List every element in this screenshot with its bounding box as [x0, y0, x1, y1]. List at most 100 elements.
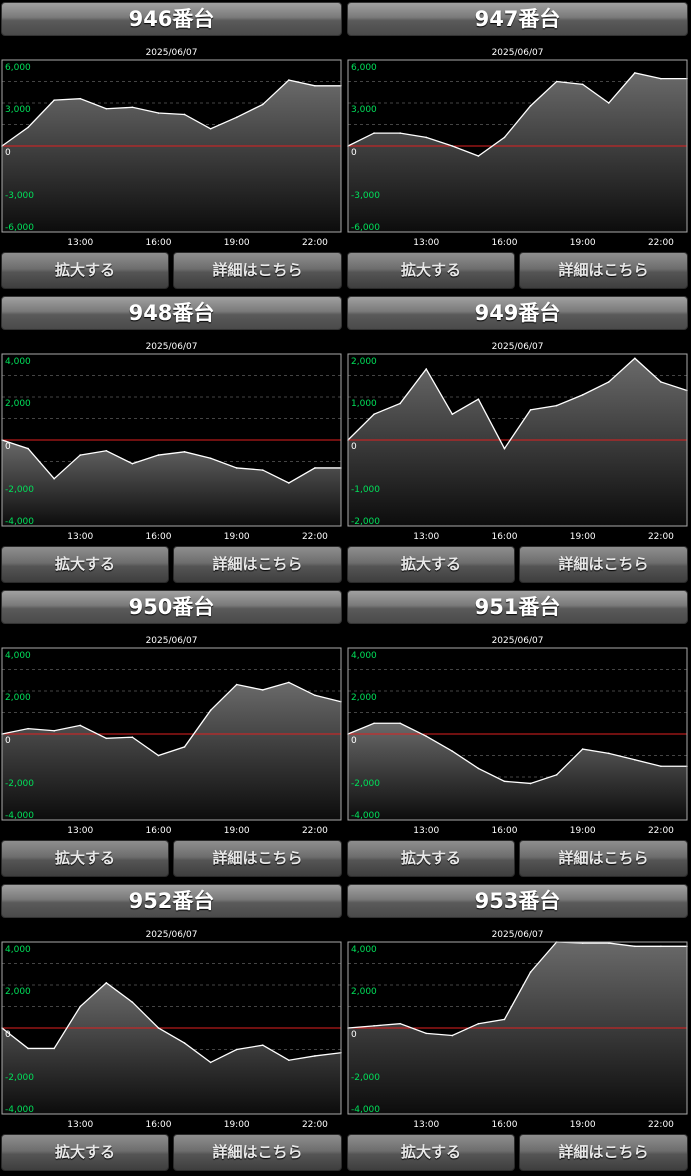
y-tick-label: -2,000 [351, 779, 380, 789]
machine-title: 953番台 [347, 884, 688, 918]
data-point [209, 1061, 212, 1064]
y-tick-label: -4,000 [351, 1105, 380, 1115]
data-point [607, 942, 610, 944]
data-point [399, 402, 401, 405]
y-tick-label: -2,000 [5, 485, 34, 495]
expand-button[interactable]: 拡大する [1, 546, 169, 583]
data-point [373, 132, 375, 134]
data-point [581, 83, 584, 86]
details-button[interactable]: 詳細はこちら [519, 546, 688, 583]
data-point [529, 971, 532, 973]
expand-button[interactable]: 拡大する [347, 1134, 515, 1171]
y-tick-label: -6,000 [5, 223, 34, 233]
data-point [27, 1047, 29, 1050]
expand-button[interactable]: 拡大する [1, 1134, 169, 1171]
x-tick-label: 13:00 [413, 238, 439, 248]
y-tick-label: 0 [5, 1030, 11, 1040]
expand-button[interactable]: 拡大する [1, 840, 169, 877]
data-point [288, 482, 290, 484]
details-button[interactable]: 詳細はこちら [519, 840, 688, 877]
y-tick-label: 0 [351, 148, 357, 158]
x-tick-label: 22:00 [648, 238, 674, 248]
y-tick-label: 0 [351, 1030, 357, 1040]
data-point [529, 105, 532, 107]
x-tick-label: 19:00 [570, 826, 596, 836]
data-point [660, 381, 662, 383]
machine-title: 952番台 [1, 884, 342, 918]
y-tick-label: 4,000 [5, 651, 31, 661]
machine-panel: 950番台 2025/06/07 4,000 2,000 0 -2,000 -4,000 1… [0, 588, 343, 881]
data-point [79, 724, 82, 727]
data-point [209, 457, 212, 460]
data-point [373, 722, 375, 725]
y-tick-label: 2,000 [5, 693, 31, 703]
details-button[interactable]: 詳細はこちら [173, 252, 342, 289]
y-tick-label: -4,000 [5, 811, 34, 821]
details-button[interactable]: 詳細はこちら [519, 1134, 688, 1171]
slump-chart: 2025/06/07 6,000 3,000 0 -3,000 -6,000 13:00 16… [347, 48, 688, 248]
details-button[interactable]: 詳細はこちら [173, 1134, 342, 1171]
y-tick-label: 4,000 [5, 357, 31, 367]
data-point [451, 413, 454, 415]
chart-date: 2025/06/07 [492, 636, 544, 646]
data-point [477, 155, 480, 157]
expand-button[interactable]: 拡大する [1, 252, 169, 289]
machine-panel: 952番台 2025/06/07 4,000 2,000 0 -2,000 -4,000 1… [0, 882, 343, 1175]
x-tick-label: 16:00 [491, 826, 517, 836]
slump-chart: 2025/06/07 2,000 1,000 0 -1,000 -2,000 13:00 16… [347, 342, 688, 542]
data-point [607, 381, 610, 383]
data-point [634, 945, 636, 948]
data-point [288, 681, 290, 684]
y-tick-label: 6,000 [5, 63, 31, 73]
data-point [157, 754, 160, 757]
x-tick-label: 22:00 [648, 532, 674, 542]
y-tick-label: 6,000 [351, 63, 377, 73]
data-point [131, 1001, 134, 1003]
data-point [131, 106, 134, 109]
data-point [261, 1044, 264, 1046]
x-tick-label: 13:00 [67, 238, 93, 248]
x-tick-label: 13:00 [67, 532, 93, 542]
x-tick-label: 19:00 [224, 532, 250, 542]
data-point [27, 126, 29, 129]
data-point [53, 1047, 55, 1050]
machine-title: 951番台 [347, 590, 688, 624]
y-tick-label: -4,000 [351, 811, 380, 821]
data-point [529, 782, 532, 785]
data-point [27, 727, 29, 730]
data-point [288, 79, 290, 81]
expand-button[interactable]: 拡大する [347, 252, 515, 289]
data-point [105, 107, 108, 110]
expand-button[interactable]: 拡大する [347, 546, 515, 583]
data-point [261, 689, 264, 691]
machine-title: 946番台 [1, 2, 342, 36]
chart-date: 2025/06/07 [492, 930, 544, 940]
chart-date: 2025/06/07 [492, 48, 544, 58]
data-point [314, 85, 316, 87]
y-tick-label: 3,000 [351, 105, 377, 115]
data-point [235, 1048, 238, 1051]
expand-button[interactable]: 拡大する [347, 840, 515, 877]
data-point [660, 77, 662, 80]
x-tick-label: 22:00 [648, 826, 674, 836]
y-tick-label: 2,000 [351, 987, 377, 997]
data-point [157, 1027, 160, 1029]
x-tick-label: 16:00 [145, 532, 171, 542]
data-point [660, 945, 662, 948]
details-button[interactable]: 詳細はこちら [173, 840, 342, 877]
x-tick-label: 22:00 [648, 1120, 674, 1130]
data-point [157, 112, 160, 114]
x-tick-label: 13:00 [67, 826, 93, 836]
details-button[interactable]: 詳細はこちら [173, 546, 342, 583]
x-tick-label: 13:00 [413, 532, 439, 542]
details-button[interactable]: 詳細はこちら [519, 252, 688, 289]
y-tick-label: -6,000 [351, 223, 380, 233]
y-tick-label: 4,000 [351, 651, 377, 661]
data-point [581, 942, 584, 944]
x-tick-label: 16:00 [145, 238, 171, 248]
data-point [131, 462, 134, 465]
data-point [634, 357, 636, 360]
y-tick-label: -3,000 [5, 191, 34, 201]
data-point [477, 1022, 480, 1025]
x-tick-label: 22:00 [302, 238, 328, 248]
